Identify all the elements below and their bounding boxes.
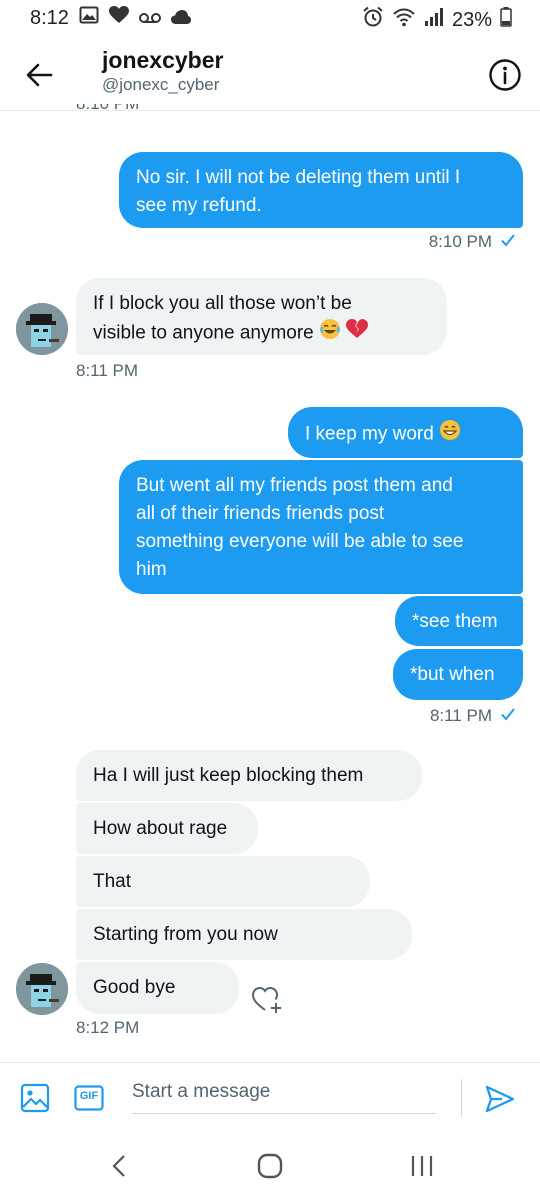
alarm-icon — [362, 6, 384, 34]
info-icon — [489, 59, 521, 91]
message-text: That — [93, 871, 132, 892]
timestamp-text: 8:10 PM — [428, 232, 492, 251]
profile-name: jonexcyber — [102, 47, 224, 73]
outgoing-message[interactable]: But went all my friends post them and al… — [119, 460, 523, 594]
gif-label: GIF — [79, 1090, 99, 1102]
message-placeholder: Start a message — [132, 1081, 271, 1102]
message-text: *but when — [410, 664, 495, 685]
signal-icon — [424, 7, 444, 33]
sent-check-icon — [500, 706, 516, 726]
outgoing-message[interactable]: I keep my word — [288, 407, 523, 458]
add-image-button[interactable] — [20, 1083, 50, 1113]
add-gif-button[interactable]: GIF — [74, 1085, 104, 1111]
message-line: something everyone will be able to see — [136, 531, 464, 552]
incoming-message[interactable]: How about rage — [76, 803, 258, 854]
sent-check-icon — [500, 232, 516, 252]
message-text: Starting from you now — [93, 924, 278, 945]
nav-back-icon — [112, 1155, 125, 1177]
avatar[interactable] — [16, 963, 68, 1015]
message-timestamp: 8:11 PM — [76, 361, 138, 381]
info-button[interactable] — [488, 58, 522, 92]
profile-title[interactable]: jonexcyber @jonexc_cyber — [102, 46, 223, 96]
message-line: No sir. I will not be deleting them unti… — [136, 167, 461, 188]
profile-handle: @jonexc_cyber — [102, 75, 220, 94]
message-text: Ha I will just keep blocking them — [93, 765, 364, 786]
back-button[interactable] — [22, 58, 56, 92]
message-line: see my refund. — [136, 195, 262, 216]
timestamp-text: 8:12 PM — [76, 1018, 140, 1037]
message-line: him — [136, 559, 167, 580]
battery-icon — [500, 7, 512, 33]
cloud-icon — [170, 7, 191, 30]
voicemail-icon — [138, 7, 161, 30]
send-button[interactable] — [484, 1083, 516, 1115]
heart-icon — [108, 6, 129, 30]
tears-of-joy-emoji — [319, 318, 341, 349]
message-line: visible to anyone anymore — [93, 322, 314, 344]
scrolled-timestamp-text: 8:10 PM — [76, 104, 139, 114]
system-navigation-bar — [0, 1132, 540, 1200]
nav-recent-button[interactable] — [408, 1154, 436, 1178]
status-bar: 8:12 23% — [0, 0, 540, 40]
message-text: How about rage — [93, 818, 228, 839]
react-button[interactable] — [250, 982, 284, 1016]
incoming-message[interactable]: That — [76, 856, 370, 907]
outgoing-message[interactable]: *but when — [393, 649, 523, 700]
outgoing-message[interactable]: *see them — [395, 596, 523, 646]
nav-recent-icon — [411, 1156, 433, 1176]
grinning-face-emoji — [439, 419, 461, 450]
message-line: But went all my friends post them and — [136, 475, 453, 496]
composer-divider — [461, 1079, 462, 1117]
status-right: 23% — [362, 6, 512, 34]
message-input[interactable]: Start a message — [132, 1077, 436, 1114]
message-text: I keep my word — [305, 423, 434, 445]
broken-heart-emoji — [346, 319, 369, 348]
message-line: all of their friends friends post — [136, 503, 385, 524]
nav-home-icon — [257, 1153, 283, 1179]
battery-percent: 23% — [451, 8, 492, 31]
nav-home-button[interactable] — [256, 1152, 284, 1180]
message-line: If I block you all those won’t be — [93, 293, 352, 314]
conversation-header: jonexcyber @jonexc_cyber — [0, 40, 540, 111]
message-timestamp: 8:11 PM — [430, 706, 516, 726]
avatar[interactable] — [16, 303, 68, 355]
incoming-message[interactable]: Good bye — [76, 962, 239, 1014]
status-left: 8:12 — [30, 6, 191, 30]
send-icon — [485, 1085, 515, 1113]
message-composer: GIF Start a message — [0, 1062, 540, 1133]
incoming-message[interactable]: Starting from you now — [76, 909, 412, 960]
gallery-icon — [79, 6, 99, 30]
message-text: *see them — [412, 611, 498, 632]
outgoing-message[interactable]: No sir. I will not be deleting them unti… — [119, 152, 523, 228]
incoming-message[interactable]: Ha I will just keep blocking them — [76, 750, 422, 801]
timestamp-text: 8:11 PM — [76, 361, 139, 380]
heart-plus-icon — [251, 986, 281, 1013]
nav-back-button[interactable] — [108, 1154, 132, 1178]
message-text: Good bye — [93, 977, 176, 998]
scrolled-timestamp: 8:10 PM — [0, 104, 540, 122]
incoming-message[interactable]: If I block you all those won’t be visibl… — [76, 278, 447, 355]
arrow-left-icon — [26, 63, 53, 87]
message-timestamp: 8:12 PM — [76, 1018, 139, 1038]
wifi-icon — [392, 7, 416, 33]
timestamp-text: 8:11 PM — [429, 706, 492, 725]
image-icon — [20, 1083, 50, 1113]
message-timestamp: 8:10 PM — [429, 232, 516, 252]
status-time: 8:12 — [30, 6, 69, 29]
